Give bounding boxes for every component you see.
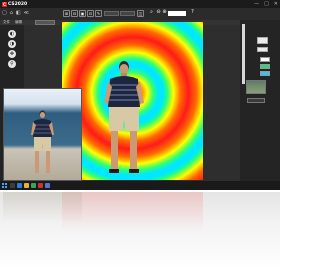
- zoom-icon[interactable]: ⌕: [148, 10, 155, 17]
- minimize-button[interactable]: —: [254, 0, 259, 8]
- maximize-button[interactable]: □: [264, 0, 269, 8]
- color-swatch-white[interactable]: [260, 57, 270, 62]
- edge-browser-icon[interactable]: [17, 183, 22, 188]
- grid-tool-button[interactable]: ⊡: [87, 10, 94, 17]
- file-explorer-icon[interactable]: [24, 183, 29, 188]
- toolbar-tab-1[interactable]: [104, 11, 119, 16]
- reflection-thumbnail: [3, 192, 82, 222]
- app2-taskbar-icon[interactable]: [45, 183, 50, 188]
- color-slider[interactable]: [242, 24, 245, 84]
- help-icon[interactable]: ?: [189, 10, 196, 17]
- windows-start-icon[interactable]: [2, 183, 7, 188]
- title-bar: C CS2020 — □ ✕: [0, 0, 280, 8]
- toolbar-tab-2[interactable]: [120, 11, 135, 16]
- app-window: C CS2020 — □ ✕ ▢ ⌂ ◧ ≪ ⊞ ⊟ ▣ ⊡ ✎ ◫ ⌕ ⊖ ⊕…: [0, 0, 280, 190]
- layers-icon[interactable]: ◧: [16, 10, 21, 16]
- search-taskbar-icon[interactable]: [10, 183, 15, 188]
- frame-tool-button[interactable]: ▣: [79, 10, 86, 17]
- preview-image[interactable]: [246, 80, 266, 94]
- crop-tool-button[interactable]: ⊟: [71, 10, 78, 17]
- original-photo-thumbnail[interactable]: [3, 88, 82, 181]
- color-swatch-cyan[interactable]: [260, 71, 270, 76]
- property-input-1[interactable]: [257, 37, 268, 44]
- app-name: CS2020: [8, 1, 28, 7]
- logo-mark: C: [2, 1, 7, 7]
- select-tool-button[interactable]: ⊞: [63, 10, 70, 17]
- app-taskbar-icon[interactable]: [38, 183, 43, 188]
- pen-tool-button[interactable]: ✎: [95, 10, 102, 17]
- brush-tool-icon[interactable]: ⚲: [8, 60, 16, 68]
- reflection-radial: [62, 192, 203, 232]
- zoom-in-icon[interactable]: ⊕: [161, 10, 168, 17]
- share-icon[interactable]: ≪: [24, 10, 29, 16]
- close-button[interactable]: ✕: [274, 0, 278, 8]
- property-input-2[interactable]: [257, 47, 268, 52]
- home-icon[interactable]: ⌂: [10, 10, 13, 16]
- contrast-tool-icon[interactable]: ◑: [8, 40, 16, 48]
- new-file-icon[interactable]: ▢: [2, 10, 7, 16]
- window-controls: — □ ✕: [254, 0, 278, 8]
- person-cutout[interactable]: [102, 57, 146, 181]
- mask-tool-button[interactable]: ◫: [137, 10, 144, 17]
- move-tool-icon[interactable]: ✥: [8, 50, 16, 58]
- color-swatch-green[interactable]: [260, 64, 270, 69]
- toolbar-left-group: ▢ ⌂ ◧ ≪: [2, 10, 29, 16]
- wechat-icon[interactable]: [31, 183, 36, 188]
- zoom-input[interactable]: [168, 11, 186, 16]
- os-taskbar: [0, 181, 280, 190]
- main-toolbar: ▢ ⌂ ◧ ≪ ⊞ ⊟ ▣ ⊡ ✎ ◫ ⌕ ⊖ ⊕ ?: [0, 8, 280, 20]
- brightness-tool-icon[interactable]: ◐: [8, 30, 16, 38]
- person-in-photo: [31, 110, 54, 173]
- screen-reflection: [0, 192, 280, 270]
- app-logo: C CS2020: [2, 1, 27, 7]
- apply-button[interactable]: [247, 98, 265, 103]
